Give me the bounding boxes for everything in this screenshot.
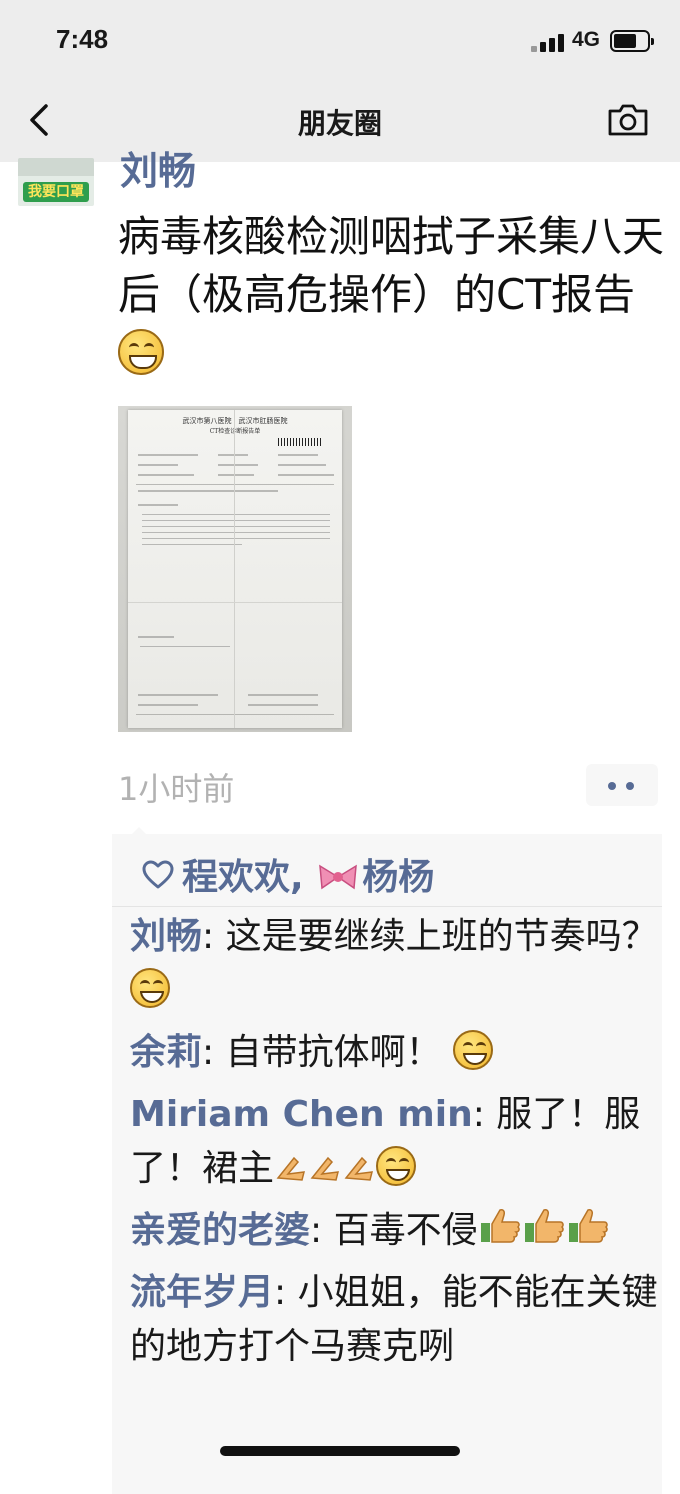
bow-icon xyxy=(319,864,358,890)
grin-emoji-icon xyxy=(453,1030,494,1070)
avatar[interactable]: 我要口罩 xyxy=(18,158,94,206)
avatar-badge: 我要口罩 xyxy=(23,182,89,202)
camera-button[interactable] xyxy=(606,100,650,140)
post-author[interactable]: 刘畅 xyxy=(120,140,196,195)
report-header: 武汉市第八医院 武汉市肛肠医院 xyxy=(182,417,288,425)
comment-author[interactable]: 余莉 xyxy=(130,1032,202,1073)
report-subheader: CT检查诊断报告单 xyxy=(209,428,261,435)
page-title: 朋友圈 xyxy=(297,107,382,140)
grin-emoji-icon xyxy=(376,1146,417,1186)
clap-hands-icon xyxy=(310,1156,340,1181)
comment-author[interactable]: Miriam Chen min xyxy=(130,1094,473,1135)
comment-author[interactable]: 亲爱的老婆 xyxy=(130,1210,310,1251)
grin-emoji-icon xyxy=(118,329,164,375)
comments-list: 刘畅: 这是要继续上班的节奏吗？ 余莉: 自带抗体啊！ Miriam Chen … xyxy=(130,910,658,1382)
grin-emoji-icon xyxy=(130,968,170,1008)
thumbs-up-icon xyxy=(524,1209,564,1243)
home-indicator[interactable] xyxy=(220,1446,460,1456)
status-bar: 7:48 4G xyxy=(0,0,680,80)
post-text-content: 病毒核酸检测咽拭子采集八天后（极高危操作）的CT报告 xyxy=(118,212,665,319)
ct-report-paper: 武汉市第八医院 武汉市肛肠医院 CT检查诊断报告单 xyxy=(128,410,342,728)
comment-text: 自带抗体啊！ xyxy=(225,1032,442,1073)
divider xyxy=(112,906,662,907)
comment-text: 这是要继续上班的节奏吗？ xyxy=(225,916,658,957)
network-type: 4G xyxy=(572,28,601,51)
post-image[interactable]: 武汉市第八医院 武汉市肛肠医院 CT检查诊断报告单 xyxy=(118,406,352,732)
comment-text: 百毒不侵 xyxy=(333,1210,478,1251)
likes-row: 程欢欢, 杨杨 xyxy=(140,848,434,900)
heart-icon xyxy=(142,860,174,889)
comment-author[interactable]: 刘畅 xyxy=(130,916,202,957)
post-time: 1小时前 xyxy=(118,770,235,808)
comment[interactable]: 亲爱的老婆: 百毒不侵 xyxy=(130,1204,658,1258)
thumbs-up-icon xyxy=(480,1209,520,1243)
clap-hands-icon xyxy=(344,1156,374,1181)
interaction-panel: 程欢欢, 杨杨 刘畅: 这是要继续上班的节奏吗？ 余莉: 自带抗体啊！ Miri… xyxy=(112,827,662,1494)
liker-names[interactable]: 程欢欢, xyxy=(182,857,316,898)
camera-icon xyxy=(608,104,648,136)
comment-author[interactable]: 流年岁月 xyxy=(130,1272,274,1313)
thumbs-up-icon xyxy=(568,1209,608,1243)
liker-name-2[interactable]: 杨杨 xyxy=(362,857,434,898)
battery-icon xyxy=(610,30,654,52)
status-time: 7:48 xyxy=(56,24,109,54)
comment[interactable]: Miriam Chen min: 服了！服了！裙主 xyxy=(130,1088,658,1196)
clap-hands-icon xyxy=(276,1156,306,1181)
comment[interactable]: 流年岁月: 小姐姐，能不能在关键的地方打个马赛克咧 xyxy=(130,1266,658,1374)
comment[interactable]: 刘畅: 这是要继续上班的节奏吗？ xyxy=(130,910,658,1018)
signal-icon xyxy=(531,34,567,52)
more-actions-button[interactable] xyxy=(586,764,658,806)
nav-bar: 朋友圈 xyxy=(0,80,680,162)
post-text: 病毒核酸检测咽拭子采集八天后（极高危操作）的CT报告 xyxy=(118,208,666,382)
comment[interactable]: 余莉: 自带抗体啊！ xyxy=(130,1026,658,1080)
